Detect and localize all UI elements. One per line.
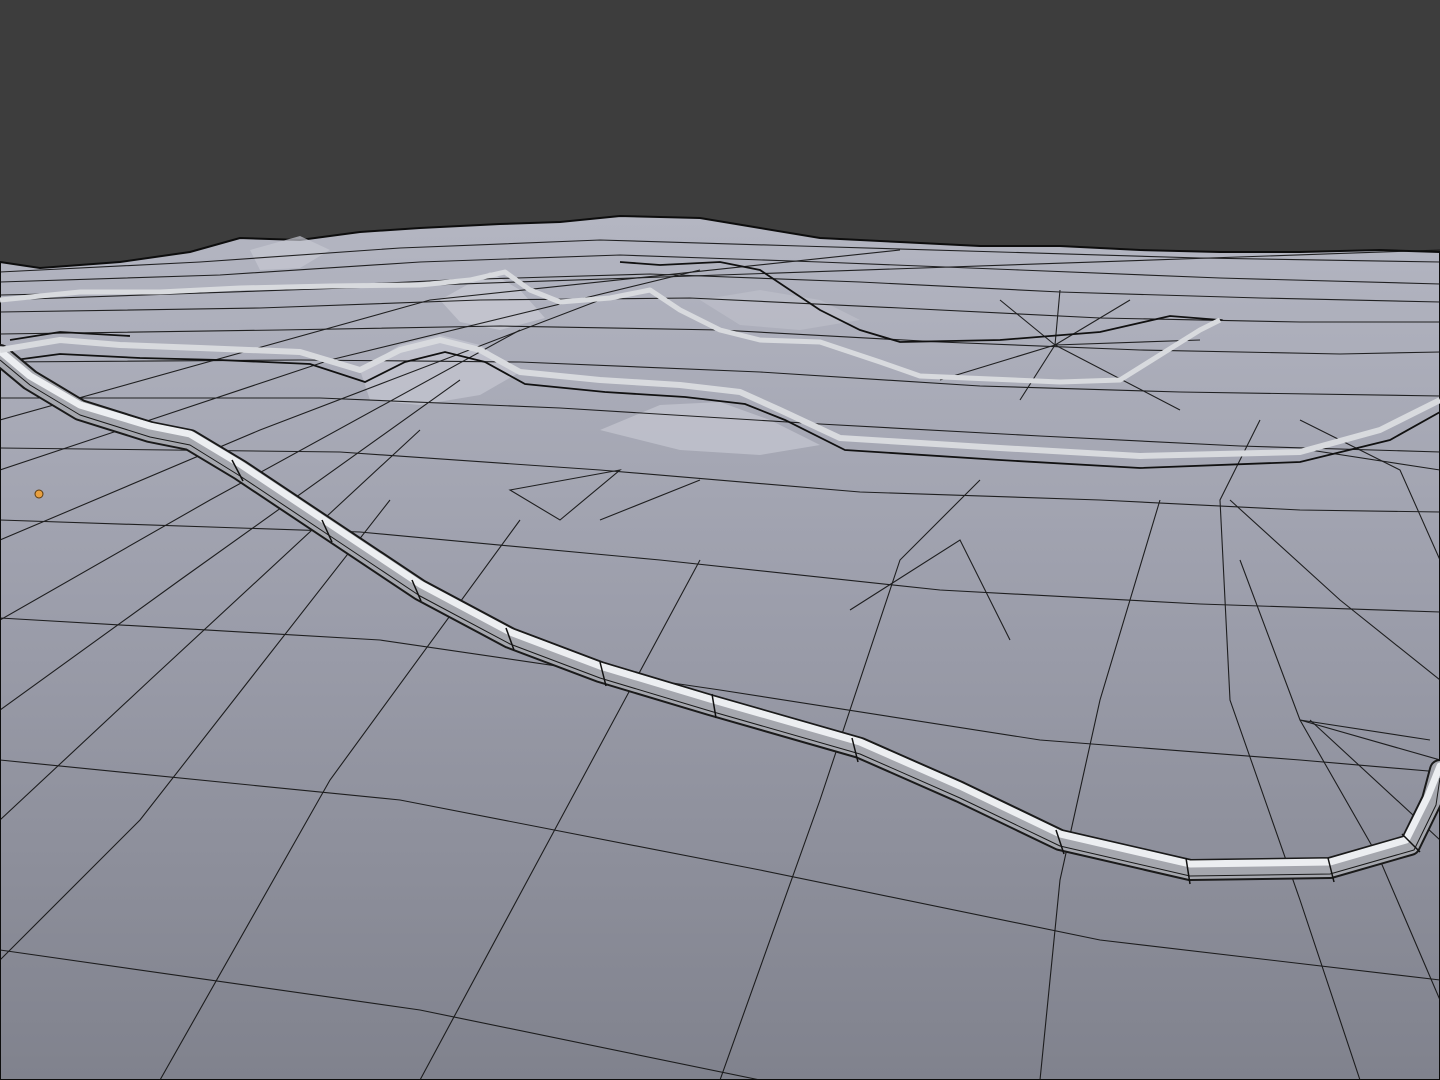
object-origin-icon[interactable] [34, 489, 44, 499]
3d-viewport[interactable] [0, 0, 1440, 1080]
viewport-canvas[interactable] [0, 0, 1440, 1080]
terrain-mesh[interactable] [0, 214, 1440, 1080]
